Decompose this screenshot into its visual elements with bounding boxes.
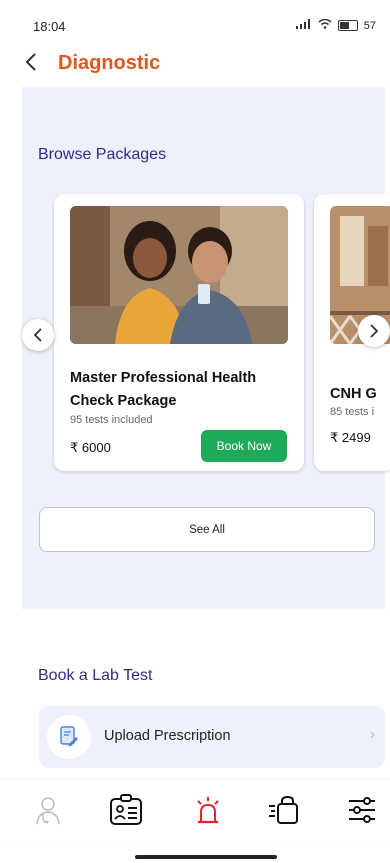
package-name: CNH G — [330, 386, 377, 402]
book-now-button[interactable]: Book Now — [201, 430, 287, 462]
battery-icon — [337, 20, 358, 31]
chevron-left-icon — [25, 53, 36, 71]
carousel-next-button[interactable] — [358, 315, 390, 347]
package-tests: 85 tests i — [330, 406, 375, 418]
chevron-right-icon — [370, 324, 379, 338]
package-image — [70, 206, 288, 344]
chevron-right-icon: › — [369, 726, 375, 743]
package-price: ₹ 6000 — [70, 440, 111, 455]
shopping-bag-icon[interactable] — [266, 792, 302, 828]
bottom-nav — [0, 780, 390, 840]
back-button[interactable] — [24, 50, 38, 76]
id-card-icon[interactable] — [108, 792, 144, 828]
upload-prescription-label: Upload Prescription — [104, 728, 231, 744]
doctor-icon[interactable] — [30, 792, 66, 828]
prescription-edit-icon — [60, 726, 78, 747]
browse-packages-title: Browse Packages — [38, 146, 167, 163]
book-lab-test-title: Book a Lab Test — [38, 667, 153, 684]
page-title: Diagnostic — [58, 52, 161, 74]
status-icons: 57 — [295, 18, 376, 32]
upload-prescription-row[interactable]: Upload Prescription › — [39, 706, 385, 768]
status-time: 18:04 — [33, 19, 66, 34]
package-price: ₹ 2499 — [330, 430, 371, 445]
wifi-icon — [318, 18, 332, 32]
carousel-prev-button[interactable] — [22, 319, 54, 351]
package-card[interactable]: Master Professional Health Check Package… — [54, 194, 304, 471]
chevron-left-icon — [33, 328, 42, 342]
package-name: Master Professional Health Check Package — [70, 370, 257, 409]
filter-icon[interactable] — [344, 792, 380, 828]
emergency-siren-icon[interactable] — [190, 792, 226, 828]
see-all-button[interactable]: See All — [39, 507, 375, 552]
package-tests: 95 tests included — [70, 414, 153, 426]
signal-icon — [295, 19, 312, 32]
home-indicator — [135, 855, 277, 859]
upload-prescription-icon-wrap — [47, 715, 91, 759]
battery-percent: 57 — [363, 19, 376, 32]
